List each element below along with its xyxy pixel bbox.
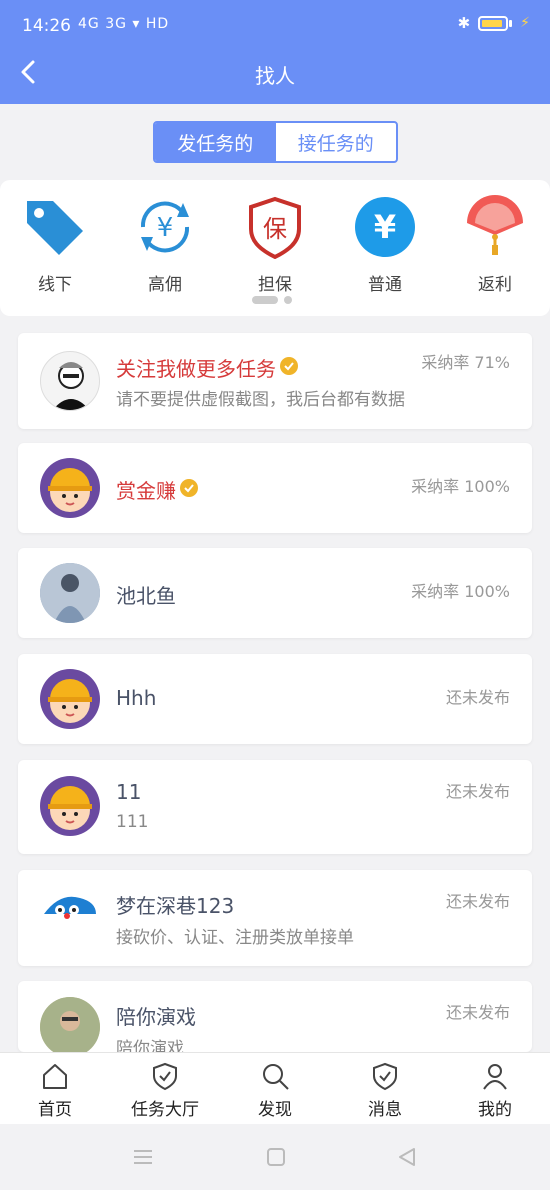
user-icon [483,1064,507,1090]
status-time: 14:26 [22,16,71,36]
avatar [40,669,100,729]
tab-label: 消息 [368,1100,402,1120]
avatar [40,880,100,940]
user-name: 赏金赚 [116,479,176,503]
user-name: 池北鱼 [116,584,176,608]
user-desc: 111 [116,812,149,832]
category-label: 普通 [368,275,402,295]
category-label: 线下 [38,275,72,295]
svg-text:保: 保 [263,215,287,243]
user-rate: 还未发布 [445,1003,510,1022]
avatar [40,997,100,1052]
user-name: 陪你演戏 [116,1005,196,1029]
user-desc: 陪你演戏 [116,1039,184,1052]
user-desc: 请不要提供虚假截图，我后台都有数据 [116,390,405,410]
home-square-icon[interactable] [265,1146,287,1168]
user-name: Hhh [116,686,157,710]
user-card[interactable]: 赏金赚 采纳率 100% [18,443,532,533]
battery-tip [509,19,513,27]
back-triangle-icon[interactable] [396,1146,418,1168]
battery-icon [478,15,509,31]
network-label: HD [145,16,170,32]
user-card[interactable]: 陪你演戏 陪你演戏 还未发布 [18,981,532,1052]
wifi-icon: ▾ [132,16,141,32]
guarantee-shield-icon: 保 [242,194,308,260]
tab-label: 发现 [258,1100,292,1120]
category-label: 担保 [258,275,292,295]
category-normal[interactable]: ¥ 普通 [340,194,430,295]
tab-label: 我的 [478,1100,512,1120]
user-rate: 还未发布 [445,892,510,911]
status-right: ✱ ⚡ [458,14,530,32]
signal-text: 4G 3G [78,16,127,32]
category-guarantee[interactable]: 保 担保 [230,194,320,295]
status-bar: 14:26 4G 3G ▾ HD ✱ ⚡ [0,0,550,52]
user-card[interactable]: 池北鱼 采纳率 100% [18,548,532,638]
user-card[interactable]: 关注我做更多任务 请不要提供虚假截图，我后台都有数据 采纳率 71% [18,333,532,429]
user-rate: 还未发布 [445,688,510,707]
user-rate: 采纳率 100% [411,582,510,601]
user-name-row: 赏金赚 [116,475,198,504]
tab-discover[interactable]: 发现 [220,1053,330,1124]
user-rate: 还未发布 [445,782,510,801]
user-name: 11 [116,780,142,804]
page-title: 找人 [255,64,295,88]
search-icon [263,1064,289,1090]
avatar [40,458,100,518]
system-nav-bar [0,1124,550,1190]
shield-check-icon [153,1062,177,1091]
bottom-tab-bar: 首页 任务大厅 发现 消息 我的 [0,1052,550,1124]
user-rate: 采纳率 100% [411,477,510,496]
user-name: 梦在深巷123 [116,894,235,918]
fan-icon [462,194,528,260]
avatar [40,776,100,836]
category-label: 返利 [478,275,512,295]
tab-mine[interactable]: 我的 [440,1053,550,1124]
shield-check-icon [373,1062,397,1091]
category-high-commission[interactable]: ¥ 高佣 [120,194,210,295]
yuan-circle-icon: ¥ [352,194,418,260]
user-rate: 采纳率 71% [421,353,510,372]
tab-messages[interactable]: 消息 [330,1053,440,1124]
home-icon [43,1064,67,1089]
user-name: 关注我做更多任务 [116,357,276,381]
role-segment: 发任务的 接任务的 [153,121,398,163]
menu-icon[interactable] [132,1146,154,1168]
tag-icon [22,194,88,260]
vibrate-icon: ✱ [457,14,471,32]
page-dot [284,296,292,304]
status-signal: 4G 3G ▾ HD [78,16,169,32]
yuan-refresh-icon: ¥ [132,194,198,260]
page-indicator [252,296,292,304]
category-offline[interactable]: 线下 [10,194,100,295]
top-bar: 14:26 4G 3G ▾ HD ✱ ⚡ 找人 [0,0,550,104]
verified-icon [280,356,298,380]
tab-publish-tasks[interactable]: 发任务的 [155,123,276,161]
avatar [40,351,100,411]
user-card[interactable]: 梦在深巷123 接砍价、认证、注册类放单接单 还未发布 [18,870,532,966]
user-card[interactable]: 11 111 还未发布 [18,760,532,854]
charging-icon: ⚡ [520,15,530,31]
verified-icon [180,478,198,502]
page-dot-active [252,296,278,304]
user-card[interactable]: Hhh 还未发布 [18,654,532,744]
category-label: 高佣 [148,275,182,295]
svg-text:¥: ¥ [157,213,174,243]
category-rebate[interactable]: 返利 [450,194,540,295]
user-name-row: 关注我做更多任务 [116,353,298,382]
tab-label: 任务大厅 [131,1100,199,1120]
category-strip: 线下 ¥ 高佣 保 担保 ¥ 普通 返利 [0,180,550,316]
tab-accept-tasks[interactable]: 接任务的 [276,123,397,161]
avatar [40,563,100,623]
tab-label: 首页 [38,1100,72,1120]
tab-home[interactable]: 首页 [0,1053,110,1124]
svg-text:¥: ¥ [374,208,396,246]
tab-task-hall[interactable]: 任务大厅 [110,1053,220,1124]
user-desc: 接砍价、认证、注册类放单接单 [116,928,354,948]
